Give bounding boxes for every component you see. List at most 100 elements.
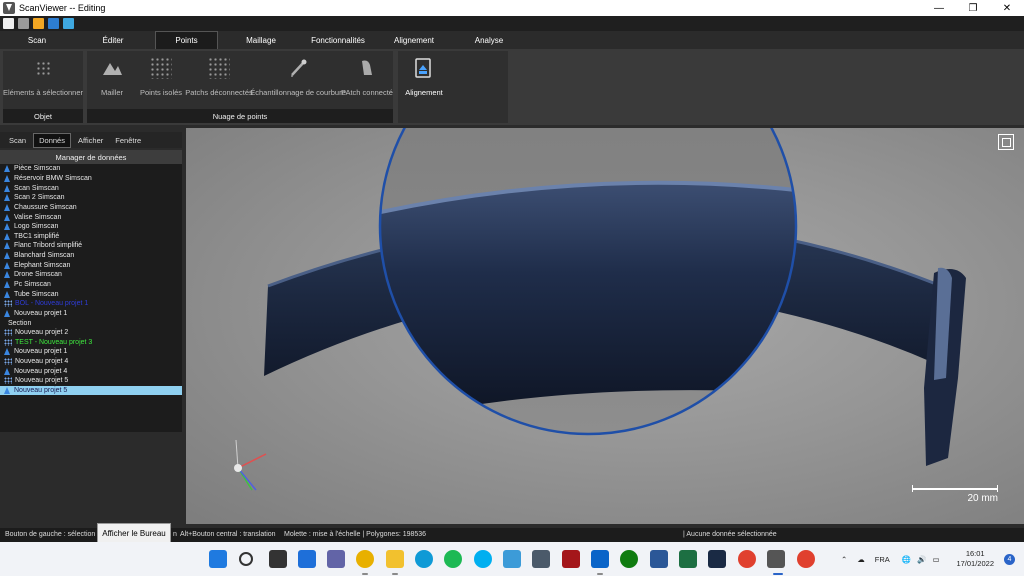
- calculator-icon[interactable]: [532, 550, 550, 568]
- cube-view-icon[interactable]: [63, 18, 74, 29]
- edge-icon[interactable]: [415, 550, 433, 568]
- tab-scan[interactable]: Scan: [2, 31, 72, 49]
- excel-icon[interactable]: [679, 550, 697, 568]
- window-controls: — ❐ ✕: [922, 0, 1024, 16]
- 3d-viewport[interactable]: 20 mm: [186, 128, 1024, 524]
- spotify-icon[interactable]: [444, 550, 462, 568]
- tree-item[interactable]: Blanchard Simscan: [0, 251, 182, 261]
- tab-fonctionnalites[interactable]: Fonctionnalités: [300, 31, 376, 49]
- tree-item[interactable]: Section: [0, 318, 182, 328]
- chrome-icon[interactable]: [356, 550, 374, 568]
- alignement-button[interactable]: Alignement: [402, 57, 446, 97]
- minimize-button[interactable]: —: [922, 0, 956, 16]
- teams-icon[interactable]: [327, 550, 345, 568]
- tree-item[interactable]: TEST - Nouveau projet 3: [0, 338, 182, 348]
- scanviewer-taskbar-icon[interactable]: [767, 550, 785, 568]
- status-fragment: n: [173, 531, 177, 538]
- tab-analyse[interactable]: Analyse: [455, 31, 523, 49]
- tree-item-label: Flanc Tribord simplifié: [14, 242, 83, 250]
- network-app-icon[interactable]: [503, 550, 521, 568]
- maximize-button[interactable]: ❐: [956, 0, 990, 16]
- mesh-icon: [4, 290, 10, 298]
- status-selection: | Aucune donnée sélectionnée: [683, 531, 777, 538]
- left-tab-donnes[interactable]: Donnés: [33, 132, 71, 148]
- tab-editer[interactable]: Éditer: [78, 31, 148, 49]
- points-isoles-button[interactable]: Points isolés: [139, 57, 183, 97]
- tree-item[interactable]: Réservoir BMW Simscan: [0, 174, 182, 184]
- select-elements-button[interactable]: Eléments à sélectionner: [3, 57, 83, 97]
- file-explorer-icon[interactable]: [386, 550, 404, 568]
- cloud-icon[interactable]: ☁: [857, 555, 865, 564]
- left-tab-fenetre[interactable]: Fenêtre: [110, 134, 146, 147]
- chevron-up-icon[interactable]: ⌃: [841, 555, 847, 564]
- search-icon[interactable]: [239, 552, 253, 566]
- red-app-icon[interactable]: [562, 550, 580, 568]
- tree-item[interactable]: Valise Simscan: [0, 212, 182, 222]
- mailler-button[interactable]: Mailler: [95, 57, 129, 97]
- office-icon[interactable]: [738, 550, 756, 568]
- left-tab-afficher[interactable]: Afficher: [73, 134, 108, 147]
- tree-item-label: Blanchard Simscan: [14, 252, 75, 260]
- tree-item-label: Nouveau projet 5: [15, 377, 69, 385]
- tree-item[interactable]: Scan 2 Simscan: [0, 193, 182, 203]
- tree-item-label: Nouveau projet 4: [14, 367, 68, 375]
- new-file-icon[interactable]: [3, 18, 14, 29]
- select-elements-icon: [36, 61, 50, 75]
- start-icon[interactable]: [209, 550, 227, 568]
- data-manager-header: Manager de données: [0, 150, 182, 164]
- skype-icon[interactable]: [474, 550, 492, 568]
- tree-item[interactable]: Drone Simscan: [0, 270, 182, 280]
- window-title: ScanViewer -- Editing: [19, 3, 106, 13]
- red-circle-app-icon[interactable]: [797, 550, 815, 568]
- tree-item-label: Nouveau projet 5: [14, 387, 68, 395]
- patch-connecte-button[interactable]: PAtch connecté: [341, 57, 393, 97]
- tree-item[interactable]: Elephant Simscan: [0, 260, 182, 270]
- word-icon[interactable]: [650, 550, 668, 568]
- tree-item[interactable]: Flanc Tribord simplifié: [0, 241, 182, 251]
- fit-view-icon[interactable]: [998, 134, 1014, 150]
- tree-item[interactable]: Nouveau projet 1: [0, 309, 182, 319]
- language-indicator[interactable]: FRA: [875, 555, 890, 564]
- mesh-icon: [4, 203, 10, 211]
- tree-item[interactable]: Logo Simscan: [0, 222, 182, 232]
- tree-item[interactable]: Nouveau projet 2: [0, 328, 182, 338]
- tree-item[interactable]: Nouveau projet 5: [0, 385, 182, 396]
- close-button[interactable]: ✕: [990, 0, 1024, 16]
- mesh-icon: [4, 242, 10, 250]
- tree-item[interactable]: Nouveau projet 4: [0, 366, 182, 376]
- x-app-icon[interactable]: [708, 550, 726, 568]
- tab-alignement[interactable]: Alignement: [380, 31, 448, 49]
- clock[interactable]: 16:01 17/01/2022: [956, 549, 994, 569]
- volume-icon[interactable]: 🔊: [917, 555, 926, 564]
- tree-item[interactable]: Pc Simscan: [0, 280, 182, 290]
- sync-icon[interactable]: [18, 18, 29, 29]
- tree-item[interactable]: TBC1 simplifié: [0, 231, 182, 241]
- taskbar: ⌃ ☁ FRA 🌐 🔊 ▭ 16:01 17/01/2022 4: [0, 542, 1024, 576]
- tree-item-label: Nouveau projet 4: [15, 358, 69, 366]
- widgets-icon[interactable]: [298, 550, 316, 568]
- tree-item[interactable]: Nouveau projet 5: [0, 376, 182, 386]
- task-view-icon[interactable]: [269, 550, 287, 568]
- echantillonnage-courbure-button[interactable]: Échantillonnage de courbure: [250, 57, 346, 97]
- left-tab-scan[interactable]: Scan: [4, 134, 31, 147]
- xbox-icon[interactable]: [620, 550, 638, 568]
- tree-item-label: Valise Simscan: [14, 213, 62, 221]
- globe-icon[interactable]: 🌐: [902, 555, 911, 564]
- save-icon[interactable]: [48, 18, 59, 29]
- open-folder-icon[interactable]: [33, 18, 44, 29]
- outlook-icon[interactable]: [591, 550, 609, 568]
- tree-item[interactable]: Tube Simscan: [0, 289, 182, 299]
- tree-item[interactable]: Nouveau projet 4: [0, 357, 182, 367]
- tree-item-label: Logo Simscan: [14, 223, 59, 231]
- tab-points[interactable]: Points: [155, 31, 218, 49]
- mesh-icon: [4, 252, 10, 260]
- battery-icon[interactable]: ▭: [932, 555, 939, 564]
- tree-item[interactable]: Pièce Simscan: [0, 164, 182, 174]
- patchs-deconnectes-button[interactable]: Patchs déconnectés: [185, 57, 253, 97]
- tab-maillage[interactable]: Maillage: [226, 31, 296, 49]
- notification-badge[interactable]: 4: [1004, 554, 1015, 565]
- tree-item[interactable]: BOL - Nouveau projet 1: [0, 299, 182, 309]
- tree-item[interactable]: Scan Simscan: [0, 183, 182, 193]
- tree-item[interactable]: Nouveau projet 1: [0, 347, 182, 357]
- tree-item[interactable]: Chaussure Simscan: [0, 203, 182, 213]
